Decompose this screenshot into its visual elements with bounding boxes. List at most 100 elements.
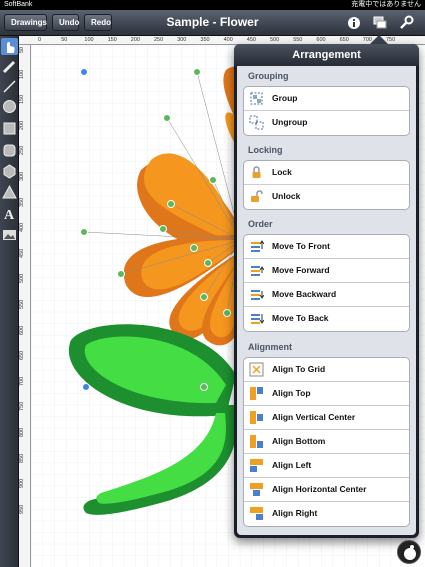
ruler-left-label: 950 (19, 504, 25, 514)
drawings-button[interactable]: Drawings (4, 14, 47, 31)
align-right-label: Align Right (272, 508, 318, 518)
hand-pointer-icon[interactable] (1, 38, 18, 55)
image-icon[interactable] (1, 226, 18, 243)
move-to-front-button[interactable]: Move To Front (244, 235, 409, 259)
move-to-back-button[interactable]: Move To Back (244, 307, 409, 331)
ruler-top-label: 400 (223, 37, 233, 43)
align-right-button[interactable]: Align Right (244, 502, 409, 526)
align-vertical-center-icon (249, 410, 264, 425)
move-backward-label: Move Backward (272, 289, 337, 299)
ruler-top-label: 150 (107, 37, 117, 43)
ruler-top-label: 350 (200, 37, 210, 43)
ruler-left-label: 400 (19, 223, 25, 233)
undo-button[interactable]: Undo (52, 14, 79, 31)
move-to-front-icon (249, 239, 265, 254)
align-vertical-center-button[interactable]: Align Vertical Center (244, 406, 409, 430)
align-top-icon (249, 386, 264, 401)
align-horizontal-center-button[interactable]: Align Horizontal Center (244, 478, 409, 502)
top-toolbar: Drawings Undo Redo Sample - Flower (0, 10, 425, 36)
ruler-top-label: 50 (61, 37, 68, 43)
align-left-button[interactable]: Align Left (244, 454, 409, 478)
grouping-group: Group Ungroup (243, 86, 410, 136)
align-bottom-button[interactable]: Align Bottom (244, 430, 409, 454)
ruler-left-label: 500 (19, 274, 25, 284)
redo-button[interactable]: Redo (84, 14, 112, 31)
align-to-grid-label: Align To Grid (272, 364, 326, 374)
group-label: Group (272, 93, 298, 103)
section-grouping: Grouping (248, 71, 289, 81)
ruler-left-label: 100 (19, 69, 25, 79)
align-to-grid-button[interactable]: Align To Grid (244, 358, 409, 382)
align-bottom-label: Align Bottom (272, 436, 326, 446)
popover-title: Arrangement (234, 44, 419, 66)
svg-text:A: A (4, 208, 15, 222)
ruler-left-label: 350 (19, 197, 25, 207)
pencil-icon[interactable] (1, 58, 18, 75)
move-forward-icon (249, 263, 265, 278)
move-forward-label: Move Forward (272, 265, 330, 275)
align-left-icon (249, 458, 264, 473)
ruler-left-label: 550 (19, 299, 25, 309)
align-vertical-center-label: Align Vertical Center (272, 412, 356, 422)
info-icon[interactable] (346, 15, 362, 31)
ruler-left-label: 750 (19, 402, 25, 412)
arrange-icon[interactable] (372, 15, 388, 31)
vertical-ruler: 50 100 150 200 250 300 350 400 450 500 550 600 650 70… (19, 45, 31, 567)
hexagon-icon[interactable] (1, 163, 18, 180)
move-forward-button[interactable]: Move Forward (244, 259, 409, 283)
ruler-top-label: 500 (270, 37, 280, 43)
unlock-icon (249, 189, 264, 204)
section-alignment: Alignment (248, 342, 292, 352)
move-backward-icon (249, 287, 265, 302)
ruler-left-label: 200 (19, 120, 25, 130)
section-order: Order (248, 219, 273, 229)
lock-button[interactable]: Lock (244, 161, 409, 185)
ungroup-button[interactable]: Ungroup (244, 111, 409, 135)
ruler-top-label: 250 (154, 37, 164, 43)
group-button[interactable]: Group (244, 87, 409, 111)
ruler-left-label: 900 (19, 479, 25, 489)
popover-body: Grouping Group Ungroup Locking Lock Unlo… (237, 66, 416, 535)
align-top-button[interactable]: Align Top (244, 382, 409, 406)
popover-arrow (370, 35, 388, 44)
order-group: Move To Front Move Forward Move Backward… (243, 234, 410, 332)
ungroup-label: Ungroup (272, 117, 308, 127)
ruler-top-label: 650 (339, 37, 349, 43)
align-left-label: Align Left (272, 460, 312, 470)
ruler-top-label: 0 (38, 37, 42, 43)
move-to-back-label: Move To Back (272, 313, 329, 323)
ungroup-icon (249, 115, 264, 130)
move-to-front-label: Move To Front (272, 241, 330, 251)
align-right-icon (249, 506, 264, 521)
ruler-left-label: 150 (19, 95, 25, 105)
ruler-left-label: 800 (19, 427, 25, 437)
charging-status: 充電中ではありません (351, 1, 421, 8)
watermark-logo (397, 540, 421, 564)
lock-icon (249, 165, 264, 180)
unlock-button[interactable]: Unlock (244, 185, 409, 209)
circle-icon[interactable] (1, 98, 18, 115)
alignment-group: Align To Grid Align Top Align Vertical C… (243, 357, 410, 527)
tools-palette: A (0, 36, 19, 567)
square-icon[interactable] (1, 120, 18, 137)
group-icon (249, 91, 264, 106)
wrench-icon[interactable] (398, 15, 414, 31)
ruler-left-label: 600 (19, 325, 25, 335)
ruler-top-label: 600 (316, 37, 326, 43)
ruler-left-label: 300 (19, 171, 25, 181)
text-icon[interactable]: A (1, 205, 18, 223)
align-top-label: Align Top (272, 388, 311, 398)
ruler-top-label: 100 (84, 37, 94, 43)
lock-label: Lock (272, 167, 292, 177)
triangle-icon[interactable] (1, 184, 18, 201)
ruler-left-label: 650 (19, 351, 25, 361)
status-bar: SoftBank 充電中ではありません (0, 0, 425, 10)
ruler-left-label: 700 (19, 376, 25, 386)
unlock-label: Unlock (272, 191, 301, 201)
rounded-rect-icon[interactable] (1, 142, 18, 159)
ruler-left-label: 850 (19, 453, 25, 463)
ruler-left-label: 250 (19, 146, 25, 156)
move-backward-button[interactable]: Move Backward (244, 283, 409, 307)
ruler-top-label: 300 (177, 37, 187, 43)
line-icon[interactable] (1, 78, 18, 95)
